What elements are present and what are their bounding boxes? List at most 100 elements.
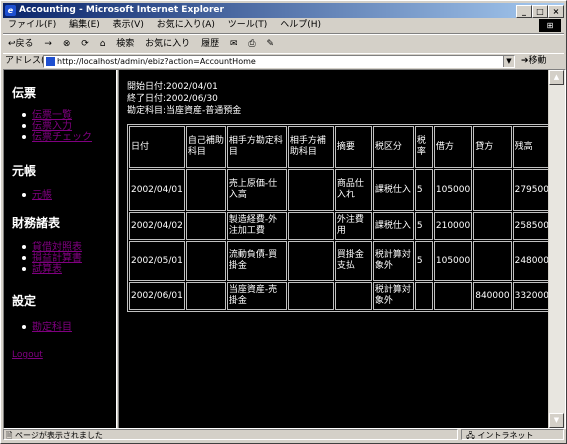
table-cell: 840000 [473, 282, 512, 310]
go-button[interactable]: ➔移動 [521, 54, 547, 69]
table-cell: 課税仕入 [372, 212, 414, 240]
search-button[interactable]: 検索 [113, 35, 137, 53]
menu-help[interactable]: ヘルプ(H) [275, 18, 326, 33]
toolbar: ↩戻る → ⊗ ⟳ ⌂ 検索 お気に入り 履歴 ✉ ⎙ ✎ [3, 34, 564, 54]
table-cell [185, 282, 226, 310]
address-input[interactable]: http://localhost/admin/ebiz?action=Accou… [43, 55, 515, 68]
table-cell: 流動負債-買掛金 [226, 241, 287, 281]
table-cell: 2002/04/01 [129, 169, 185, 211]
table-cell: 105000 [433, 169, 473, 211]
address-bar: アドレス(D) http://localhost/admin/ebiz?acti… [3, 53, 564, 70]
stop-button[interactable]: ⊗ [60, 35, 74, 53]
link-balance-sheet[interactable]: 貸借対照表 [32, 242, 82, 253]
menu-favorites[interactable]: お気に入り(A) [152, 18, 220, 33]
link-voucher-list[interactable]: 伝票一覧 [32, 110, 72, 121]
scroll-down-icon[interactable]: ▼ [549, 413, 564, 428]
table-cell: 2002/04/02 [129, 212, 185, 240]
list-item: 損益計算書 [22, 253, 82, 264]
link-income-statement[interactable]: 損益計算書 [32, 253, 82, 264]
vertical-scrollbar[interactable]: ▲ ▼ [548, 70, 565, 428]
section-title-settings: 設定 [12, 294, 37, 308]
chevron-down-icon[interactable]: ▼ [503, 56, 514, 67]
table-header-row: 日付 自己補助科目 相手方勘定科目 相手方補助科目 摘要 税区分 税率 借方 貸… [129, 126, 557, 168]
table-cell: 5 [414, 212, 433, 240]
table-cell: 5 [414, 169, 433, 211]
table-cell: 税計算対象外 [372, 282, 414, 310]
column-header: 自己補助科目 [185, 126, 226, 168]
table-cell: 買掛金支払 [334, 241, 372, 281]
link-ledger[interactable]: 元帳 [32, 190, 52, 201]
table-cell [287, 212, 334, 240]
column-header: 相手方勘定科目 [226, 126, 287, 168]
page-icon [46, 57, 55, 66]
home-button[interactable]: ⌂ [97, 35, 109, 53]
address-url: http://localhost/admin/ebiz?action=Accou… [57, 57, 256, 66]
list-item: 勘定科目 [22, 322, 72, 333]
account-title: 勘定科目:当座資産-普通預金 [127, 106, 242, 116]
link-voucher-check[interactable]: 伝票チェック [32, 132, 92, 143]
content-area: 伝票 伝票一覧 伝票入力 伝票チェック 元帳 元帳 財務諸表 貸借対照表 損益計… [3, 69, 566, 429]
table-row: 2002/06/01 当座資産-売掛金 税計算対象外 840000 332000… [129, 282, 557, 310]
status-text: 🗎 ページが表示されました [3, 429, 458, 440]
back-button[interactable]: ↩戻る [5, 35, 37, 53]
table-cell: 2002/06/01 [129, 282, 185, 310]
edit-icon[interactable]: ✎ [263, 35, 277, 53]
link-voucher-entry[interactable]: 伝票入力 [32, 121, 72, 132]
favorites-button[interactable]: お気に入り [142, 35, 193, 53]
window-title: Accounting - Microsoft Internet Explorer [19, 5, 224, 15]
link-account-titles[interactable]: 勘定科目 [32, 322, 72, 333]
intranet-icon: 🖧 [466, 431, 478, 440]
column-header: 相手方補助科目 [287, 126, 334, 168]
table-cell [414, 282, 433, 310]
menu-bar: ファイル(F) 編集(E) 表示(V) お気に入り(A) ツール(T) ヘルプ(… [3, 18, 564, 34]
logout-link[interactable]: Logout [12, 350, 43, 360]
zone-label: イントラネット [477, 431, 534, 440]
table-cell [185, 241, 226, 281]
maximize-button[interactable]: □ [532, 5, 548, 18]
menu-file[interactable]: ファイル(F) [3, 18, 61, 33]
column-header: 税率 [414, 126, 433, 168]
section-title-statements: 財務諸表 [12, 216, 61, 230]
start-date: 開始日付:2002/04/01 [127, 82, 218, 92]
mail-icon[interactable]: ✉ [227, 35, 241, 53]
settings-menu: 勘定科目 [22, 322, 72, 333]
section-title-vouchers: 伝票 [12, 86, 37, 100]
refresh-button[interactable]: ⟳ [78, 35, 92, 53]
close-button[interactable]: × [548, 5, 564, 18]
table-cell: 210000 [433, 212, 473, 240]
column-header: 借方 [433, 126, 473, 168]
table-cell: 税計算対象外 [372, 241, 414, 281]
list-item: 元帳 [22, 190, 52, 201]
list-item: 伝票チェック [22, 132, 92, 143]
table-cell [287, 169, 334, 211]
link-trial-balance[interactable]: 試算表 [32, 264, 62, 275]
page-done-icon: 🗎 [6, 431, 15, 440]
table-cell: 売上原価-仕入高 [226, 169, 287, 211]
print-icon[interactable]: ⎙ [245, 35, 258, 53]
voucher-menu: 伝票一覧 伝票入力 伝票チェック [22, 110, 92, 143]
table-cell: 2002/05/01 [129, 241, 185, 281]
forward-button[interactable]: → [41, 35, 55, 53]
table-cell: 当座資産-売掛金 [226, 282, 287, 310]
section-title-ledger: 元帳 [12, 164, 37, 178]
table-cell: 外注費用 [334, 212, 372, 240]
main-frame: 開始日付:2002/04/01 終了日付:2002/06/30 勘定科目:当座資… [119, 70, 565, 428]
table-cell: 商品仕入れ [334, 169, 372, 211]
menu-tools[interactable]: ツール(T) [223, 18, 273, 33]
column-header: 貸方 [473, 126, 512, 168]
table-cell [334, 282, 372, 310]
scroll-up-icon[interactable]: ▲ [549, 70, 564, 85]
ie-icon: e [5, 5, 16, 16]
history-button[interactable]: 履歴 [198, 35, 222, 53]
menu-edit[interactable]: 編集(E) [64, 18, 105, 33]
table-cell: 課税仕入 [372, 169, 414, 211]
table-row: 2002/04/01 売上原価-仕入高 商品仕入れ 課税仕入 5 105000 … [129, 169, 557, 211]
table-cell [287, 241, 334, 281]
status-message: ページが表示されました [14, 431, 103, 440]
windows-logo-icon: ⊞ [539, 19, 561, 32]
table-cell [433, 282, 473, 310]
menu-view[interactable]: 表示(V) [108, 18, 149, 33]
browser-window: e Accounting - Microsoft Internet Explor… [0, 0, 567, 444]
table-cell [473, 169, 512, 211]
minimize-button[interactable]: _ [516, 5, 532, 18]
